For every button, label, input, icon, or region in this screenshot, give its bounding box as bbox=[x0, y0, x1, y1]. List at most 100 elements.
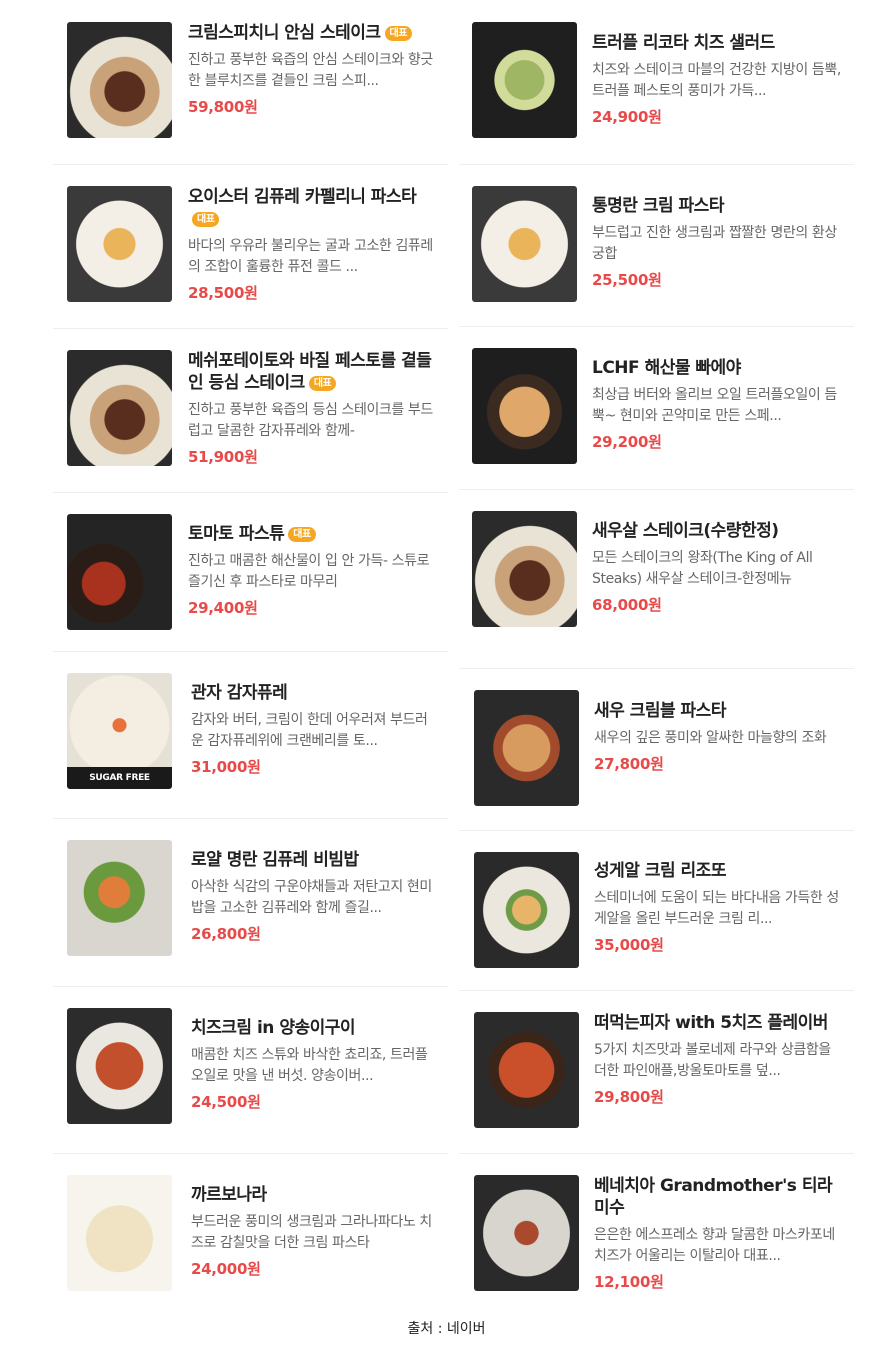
item-divider bbox=[53, 651, 448, 652]
menu-item-name[interactable]: 치즈크림 in 양송이구이 bbox=[191, 1017, 438, 1039]
item-divider bbox=[53, 1153, 448, 1154]
source-caption: 출처 : 네이버 bbox=[407, 1321, 486, 1337]
menu-item-photo[interactable] bbox=[472, 22, 577, 138]
menu-item-info: 까르보나라부드러운 풍미의 생크림과 그라나파다노 치즈로 감칠맛을 더한 크림… bbox=[191, 1184, 438, 1279]
menu-item-photo[interactable] bbox=[67, 1175, 172, 1291]
sugar-free-label: SUGAR FREE bbox=[67, 767, 172, 789]
menu-item-photo[interactable]: SUGAR FREE bbox=[67, 673, 172, 789]
menu-item-price: 24,500원 bbox=[191, 1093, 261, 1111]
menu-item-info: 성게알 크림 리조또스테미너에 도움이 되는 바다내음 가득한 성게알을 올린 … bbox=[594, 860, 844, 955]
menu-item-description: 은은한 에스프레소 향과 달콤한 마스카포네 치즈가 어울리는 이탈리아 대표.… bbox=[594, 1227, 835, 1264]
menu-item-photo[interactable] bbox=[67, 186, 172, 302]
menu-item-name[interactable]: 통명란 크림 파스타 bbox=[592, 195, 844, 217]
menu-item-price: 12,100원 bbox=[594, 1273, 664, 1291]
menu-item-info: 베네치아 Grandmother's 티라미수은은한 에스프레소 향과 달콤한 … bbox=[594, 1175, 844, 1292]
menu-item-price: 28,500원 bbox=[188, 284, 258, 302]
menu-item-description: 부드러운 풍미의 생크림과 그라나파다노 치즈로 감칠맛을 더한 크림 파스타 bbox=[191, 1214, 432, 1251]
menu-item-description: 스테미너에 도움이 되는 바다내음 가득한 성게알을 올린 부드러운 크림 리.… bbox=[594, 890, 839, 927]
signature-badge: 대표 bbox=[288, 527, 316, 542]
menu-item-name[interactable]: 오이스터 김퓨레 카펠리니 파스타대표 bbox=[188, 186, 438, 230]
menu-item-description: 매콤한 치즈 스튜와 바삭한 쵸리죠, 트러플 오일로 맛을 낸 버섯. 양송이… bbox=[191, 1047, 428, 1084]
menu-item-info: 치즈크림 in 양송이구이매콤한 치즈 스튜와 바삭한 쵸리죠, 트러플 오일로… bbox=[191, 1017, 438, 1112]
menu-item-price: 26,800원 bbox=[191, 925, 261, 943]
menu-item-price: 24,900원 bbox=[592, 108, 662, 126]
item-divider bbox=[459, 1153, 854, 1154]
menu-item-photo[interactable] bbox=[67, 350, 172, 466]
menu-item-name-text: 통명란 크림 파스타 bbox=[592, 196, 724, 216]
menu-item-info: 떠먹는피자 with 5치즈 플레이버 5가지 치즈맛과 볼로네제 라구와 상큼함… bbox=[594, 1012, 844, 1107]
menu-item-name-text: 치즈크림 in 양송이구이 bbox=[191, 1018, 356, 1038]
item-divider bbox=[459, 830, 854, 831]
menu-item-price: 25,500원 bbox=[592, 271, 662, 289]
signature-badge: 대표 bbox=[192, 212, 220, 227]
menu-item-photo[interactable] bbox=[474, 1012, 579, 1128]
item-divider bbox=[459, 164, 854, 165]
menu-item-photo[interactable] bbox=[474, 690, 579, 806]
menu-item-name[interactable]: 까르보나라 bbox=[191, 1184, 438, 1206]
menu-item-info: LCHF 해산물 빠에야최상급 버터와 올리브 오일 트러플오일이 듬뿍~ 현미… bbox=[592, 357, 844, 452]
menu-item-photo[interactable] bbox=[67, 840, 172, 956]
menu-item-name[interactable]: 떠먹는피자 with 5치즈 플레이버 bbox=[594, 1012, 844, 1034]
menu-item-info: 메쉬포테이토와 바질 페스토를 곁들인 등심 스테이크 대표 진하고 풍부한 육즙의… bbox=[188, 350, 438, 467]
menu-item-price: 31,000원 bbox=[191, 758, 261, 776]
menu-item-name[interactable]: LCHF 해산물 빠에야 bbox=[592, 357, 844, 379]
menu-item-name-text: 관자 감자퓨레 bbox=[191, 683, 288, 703]
menu-item-name-text: 새우살 스테이크(수량한정) bbox=[592, 521, 779, 541]
menu-item-name[interactable]: 성게알 크림 리조또 bbox=[594, 860, 844, 882]
menu-item-info: 새우살 스테이크(수량한정) 모든 스테이크의 왕좌(The King of Al… bbox=[592, 520, 844, 615]
menu-item-photo[interactable] bbox=[67, 514, 172, 630]
item-divider bbox=[53, 818, 448, 819]
menu-item-name-text: 까르보나라 bbox=[191, 1185, 267, 1205]
menu-item-info: 토마토 파스튜 대표진하고 매콤한 해산물이 입 안 가득- 스튜로 즐기신 후 … bbox=[188, 523, 438, 618]
menu-item-price: 59,800원 bbox=[188, 98, 258, 116]
menu-item-photo[interactable] bbox=[67, 22, 172, 138]
menu-item-description: 바다의 우유라 불리우는 굴과 고소한 김퓨레의 조합이 훌륭한 퓨전 콜드 .… bbox=[188, 238, 433, 275]
menu-item-name[interactable]: 트러플 리코타 치즈 샐러드 bbox=[592, 32, 844, 54]
menu-item-description: 새우의 깊은 풍미와 알싸한 마늘향의 조화 bbox=[594, 730, 827, 746]
menu-item-name-text: LCHF 해산물 빠에야 bbox=[592, 358, 741, 378]
menu-item-price: 51,900원 bbox=[188, 448, 258, 466]
menu-item-photo[interactable] bbox=[67, 1008, 172, 1124]
item-divider bbox=[459, 990, 854, 991]
menu-item-description: 진하고 풍부한 육즙의 안심 스테이크와 향긋한 블루치즈를 곁들인 크림 스피… bbox=[188, 52, 433, 89]
menu-item-info: 관자 감자퓨레감자와 버터, 크림이 한데 어우러져 부드러운 감자퓨레위에 크… bbox=[191, 682, 438, 777]
signature-badge: 대표 bbox=[384, 26, 412, 41]
menu-item-info: 로얄 명란 김퓨레 비빔밥 아삭한 식감의 구운야채들과 저탄고지 현미밥을 고소… bbox=[191, 849, 438, 944]
menu-item-info: 크림스피치니 안심 스테이크 대표진하고 풍부한 육즙의 안심 스테이크와 향긋한… bbox=[188, 22, 438, 117]
item-divider bbox=[53, 492, 448, 493]
menu-item-photo[interactable] bbox=[472, 511, 577, 627]
menu-item-price: 27,800원 bbox=[594, 755, 664, 773]
menu-item-name[interactable]: 토마토 파스튜 대표 bbox=[188, 523, 438, 545]
menu-item-name-text: 크림스피치니 안심 스테이크 bbox=[188, 23, 381, 43]
menu-item-name-text: 베네치아 Grandmother's 티라미수 bbox=[594, 1176, 833, 1218]
item-divider bbox=[53, 328, 448, 329]
menu-item-price: 29,400원 bbox=[188, 599, 258, 617]
menu-item-name[interactable]: 새우 크림블 파스타 bbox=[594, 700, 844, 722]
menu-item-photo[interactable] bbox=[474, 1175, 579, 1291]
menu-item-photo[interactable] bbox=[472, 186, 577, 302]
menu-item-info: 오이스터 김퓨레 카펠리니 파스타대표바다의 우유라 불리우는 굴과 고소한 김… bbox=[188, 186, 438, 303]
item-divider bbox=[459, 326, 854, 327]
item-divider bbox=[53, 164, 448, 165]
menu-item-name-text: 토마토 파스튜 bbox=[188, 524, 285, 544]
menu-item-photo[interactable] bbox=[474, 852, 579, 968]
menu-item-price: 35,000원 bbox=[594, 936, 664, 954]
menu-item-name[interactable]: 메쉬포테이토와 바질 페스토를 곁들인 등심 스테이크 대표 bbox=[188, 350, 438, 394]
menu-item-name[interactable]: 로얄 명란 김퓨레 비빔밥 bbox=[191, 849, 438, 871]
item-divider bbox=[459, 668, 854, 669]
menu-item-name[interactable]: 새우살 스테이크(수량한정) bbox=[592, 520, 844, 542]
menu-item-description: 최상급 버터와 올리브 오일 트러플오일이 듬뿍~ 현미와 곤약미로 만든 스페… bbox=[592, 387, 837, 424]
menu-item-price: 24,000원 bbox=[191, 1260, 261, 1278]
menu-item-price: 68,000원 bbox=[592, 596, 662, 614]
menu-item-name-text: 성게알 크림 리조또 bbox=[594, 861, 726, 881]
menu-item-name[interactable]: 크림스피치니 안심 스테이크 대표 bbox=[188, 22, 438, 44]
menu-item-description: 감자와 버터, 크림이 한데 어우러져 부드러운 감자퓨레위에 크랜베리를 토.… bbox=[191, 712, 428, 749]
menu-item-name-text: 오이스터 김퓨레 카펠리니 파스타 bbox=[188, 187, 417, 207]
menu-item-description: 부드럽고 진한 생크림과 짭짤한 명란의 환상 궁합 bbox=[592, 225, 837, 262]
menu-item-description: 진하고 매콤한 해산물이 입 안 가득- 스튜로 즐기신 후 파스타로 마무리 bbox=[188, 553, 430, 590]
menu-item-name[interactable]: 베네치아 Grandmother's 티라미수 bbox=[594, 1175, 844, 1219]
menu-item-photo[interactable] bbox=[472, 348, 577, 464]
menu-item-info: 새우 크림블 파스타새우의 깊은 풍미와 알싸한 마늘향의 조화 27,800원 bbox=[594, 700, 844, 774]
menu-item-name[interactable]: 관자 감자퓨레 bbox=[191, 682, 438, 704]
menu-item-name-text: 로얄 명란 김퓨레 비빔밥 bbox=[191, 850, 359, 870]
